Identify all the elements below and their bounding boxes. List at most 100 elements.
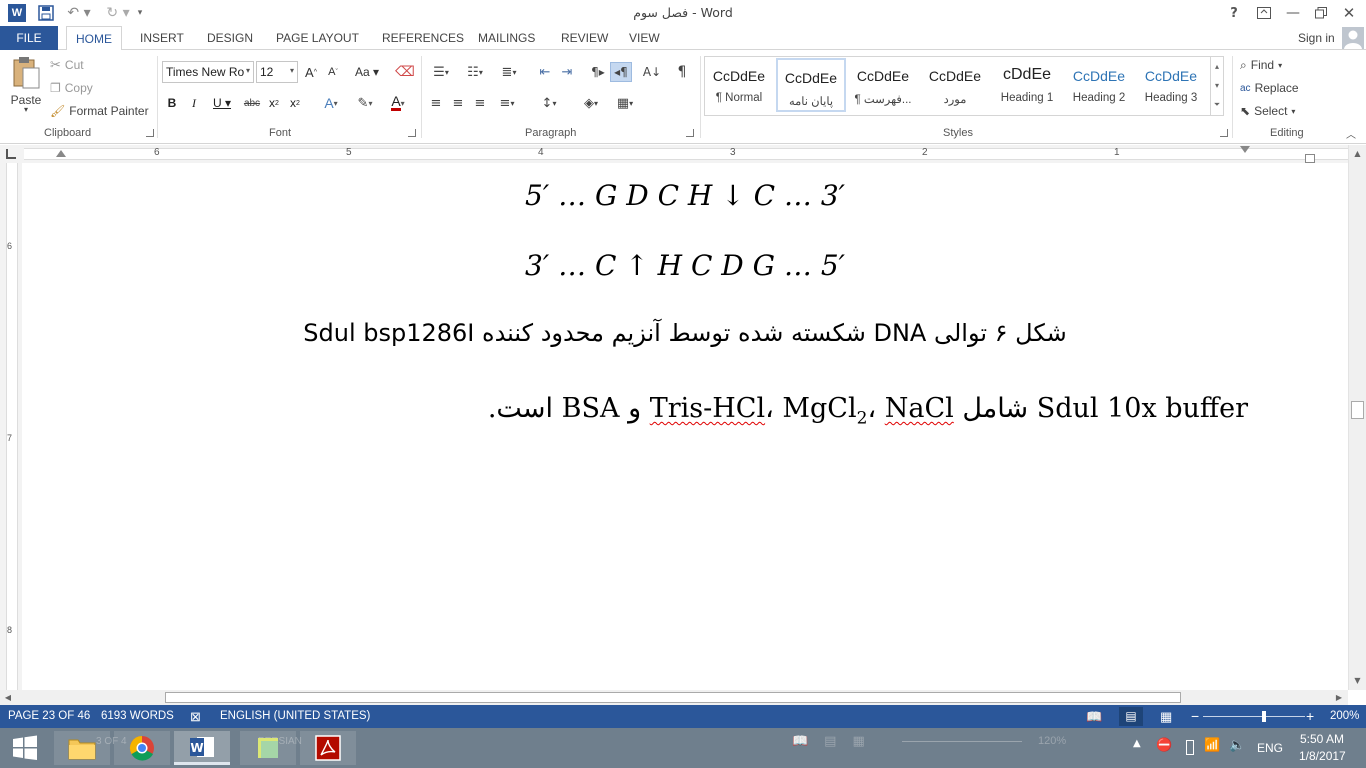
copy-button[interactable]: ❐ Copy <box>50 79 93 97</box>
close-button[interactable]: ✕ <box>1338 3 1360 23</box>
clear-formatting-icon[interactable]: ⌫ <box>394 62 416 82</box>
zoom-level[interactable]: 200% <box>1330 705 1359 728</box>
font-color-icon[interactable]: A ▾ <box>384 93 412 113</box>
tab-insert[interactable]: INSERT <box>140 26 184 50</box>
zoom-slider-thumb[interactable] <box>1262 711 1266 722</box>
scroll-up-icon[interactable]: ▲ <box>1349 145 1366 161</box>
style-mored[interactable]: CcDdEe مورد <box>920 58 990 112</box>
font-name-dropdown[interactable]: Times New Ro ▾ <box>162 61 254 83</box>
horizontal-ruler[interactable]: 6 5 4 3 2 1 <box>0 145 1366 163</box>
text-effects-icon[interactable]: A ▾ <box>318 93 344 113</box>
scroll-down-icon[interactable]: ▼ <box>1349 672 1366 688</box>
bold-icon[interactable]: B <box>163 93 181 113</box>
superscript-icon[interactable]: x2 <box>286 93 304 113</box>
file-explorer-icon[interactable] <box>54 731 110 765</box>
vertical-scrollbar[interactable]: ▲ ▼ <box>1348 145 1366 690</box>
style-heading-2[interactable]: CcDdEe Heading 2 <box>1064 58 1134 112</box>
network-warning-icon[interactable]: ⛔ <box>1156 738 1172 753</box>
scroll-left-icon[interactable]: ◀ <box>0 690 16 705</box>
justify-icon[interactable]: ≡ ▾ <box>492 93 522 113</box>
select-button[interactable]: ⬉ Select ▾ <box>1240 102 1295 120</box>
rtl-direction-icon[interactable]: ◂¶ <box>610 62 632 82</box>
sort-icon[interactable]: A↓ <box>642 62 662 82</box>
sign-in-link[interactable]: Sign in <box>1298 26 1335 50</box>
format-painter-button[interactable]: 🖌 Format Painter <box>50 102 149 120</box>
highlight-icon[interactable]: ✎ ▾ <box>350 93 380 113</box>
font-launcher-icon[interactable] <box>408 129 416 137</box>
scroll-thumb[interactable] <box>165 692 1181 703</box>
bullets-icon[interactable]: ☰ ▾ <box>426 62 456 82</box>
clock-time[interactable]: 5:50 AM <box>1300 732 1344 746</box>
input-language[interactable]: ENG <box>1257 741 1283 755</box>
horizontal-scrollbar[interactable]: ◀ ▶ <box>0 690 1348 705</box>
tab-design[interactable]: DESIGN <box>207 26 253 50</box>
tab-view[interactable]: VIEW <box>629 26 660 50</box>
zoom-in-icon[interactable]: + <box>1306 705 1314 728</box>
zoom-slider[interactable] <box>1203 716 1305 717</box>
language-status[interactable]: ENGLISH (UNITED STATES) <box>220 705 370 728</box>
help-button[interactable]: ? <box>1224 3 1244 23</box>
word-taskbar-icon[interactable]: W <box>174 731 230 765</box>
first-line-indent-marker[interactable] <box>1240 146 1250 153</box>
replace-button[interactable]: ac Replace <box>1240 79 1299 97</box>
clipboard-launcher-icon[interactable] <box>146 129 154 137</box>
style-fehrest[interactable]: CcDdEe ¶ فهرست... <box>848 58 918 112</box>
tab-file[interactable]: FILE <box>0 26 58 50</box>
style-heading-1[interactable]: cDdEe Heading 1 <box>992 58 1062 112</box>
styles-launcher-icon[interactable] <box>1220 129 1228 137</box>
borders-icon[interactable]: ▦ ▾ <box>610 93 640 113</box>
paste-button[interactable]: Paste ▾ <box>6 56 46 120</box>
tab-review[interactable]: REVIEW <box>561 26 608 50</box>
font-size-dropdown[interactable]: 12 ▾ <box>256 61 298 83</box>
align-left-icon[interactable]: ≡ <box>426 93 446 113</box>
restore-button[interactable] <box>1310 3 1332 23</box>
show-marks-icon[interactable]: ¶ <box>672 62 692 82</box>
shrink-font-icon[interactable]: Aˇ <box>324 62 342 82</box>
scroll-right-icon[interactable]: ▶ <box>1331 690 1347 705</box>
find-button[interactable]: ⌕ Find ▾ <box>1240 56 1282 74</box>
read-mode-icon[interactable]: 📖 <box>1086 705 1102 728</box>
signal-icon[interactable]: 📶 <box>1204 738 1220 753</box>
strikethrough-icon[interactable]: abc <box>242 93 262 113</box>
tab-selector-icon[interactable] <box>6 149 16 159</box>
paragraph-launcher-icon[interactable] <box>686 129 694 137</box>
align-right-icon[interactable]: ≡ <box>470 93 490 113</box>
proofing-icon[interactable]: ⊠ <box>190 705 201 728</box>
collapse-ribbon-icon[interactable]: ︿ <box>1344 126 1358 141</box>
volume-icon[interactable]: 🔈 <box>1229 738 1245 753</box>
document-page[interactable]: 5′ … G D C H ↓ C … 3′ 3′ … C ↑ H C D G …… <box>22 163 1348 690</box>
sticky-notes-icon[interactable] <box>240 731 296 765</box>
align-center-icon[interactable]: ≡ <box>448 93 468 113</box>
word-count[interactable]: 6193 WORDS <box>101 705 174 728</box>
left-indent-marker[interactable] <box>56 150 66 157</box>
numbering-icon[interactable]: ☷ ▾ <box>460 62 490 82</box>
print-layout-icon[interactable]: ▤ <box>1119 707 1143 726</box>
tab-home[interactable]: HOME <box>66 26 122 51</box>
style-payan-nameh[interactable]: CcDdEe پایان نامه <box>776 58 846 112</box>
shading-icon[interactable]: ◈ ▾ <box>576 93 606 113</box>
increase-indent-icon[interactable]: ⇥ <box>557 62 577 82</box>
start-button[interactable] <box>0 731 50 765</box>
battery-icon[interactable] <box>1186 740 1194 755</box>
page-count[interactable]: PAGE 23 OF 46 <box>8 705 90 728</box>
vertical-ruler[interactable]: 6 7 8 <box>0 163 22 690</box>
minimize-button[interactable]: — <box>1282 3 1304 23</box>
style-normal[interactable]: CcDdEe ¶ Normal <box>704 58 774 112</box>
right-indent-marker[interactable] <box>1305 154 1315 163</box>
grow-font-icon[interactable]: A ^ <box>302 62 320 82</box>
clock-date[interactable]: 1/8/2017 <box>1299 749 1346 763</box>
chrome-icon[interactable] <box>114 731 170 765</box>
change-case-icon[interactable]: Aa ▾ <box>352 62 382 82</box>
acrobat-icon[interactable] <box>300 731 356 765</box>
line-spacing-icon[interactable]: ↕ ▾ <box>534 93 564 113</box>
multilevel-list-icon[interactable]: ≣ ▾ <box>494 62 524 82</box>
zoom-out-icon[interactable]: − <box>1191 705 1199 728</box>
ribbon-display-options-icon[interactable] <box>1254 3 1274 23</box>
underline-icon[interactable]: U ▾ <box>207 93 237 113</box>
subscript-icon[interactable]: x2 <box>265 93 283 113</box>
ltr-direction-icon[interactable]: ¶▸ <box>588 62 608 82</box>
styles-scroll[interactable]: ▴ ▾ ⏷ <box>1210 56 1224 116</box>
scroll-thumb[interactable] <box>1351 401 1364 419</box>
web-layout-icon[interactable]: ▦ <box>1160 705 1172 728</box>
user-avatar[interactable] <box>1342 27 1364 49</box>
